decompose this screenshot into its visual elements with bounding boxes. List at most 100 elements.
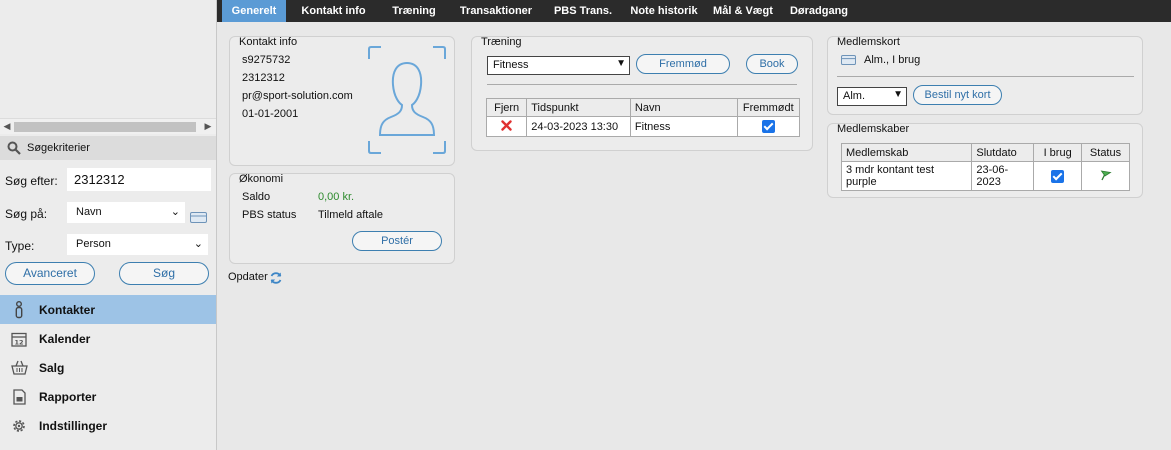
column-header: I brug — [1033, 143, 1083, 162]
nav-label: Indstillinger — [39, 418, 108, 433]
search-for-label: Søg efter: — [5, 174, 58, 188]
column-header: Slutdato — [971, 143, 1035, 162]
search-on-label: Søg på: — [5, 207, 48, 221]
sidebar: ◀ ▶ Søgekriterier Søg efter: 2312312 Søg… — [0, 0, 217, 450]
card-icon — [841, 55, 856, 65]
memberships-table: Medlemskab Slutdato I brug Status 3 mdr … — [840, 143, 1130, 191]
calendar-icon: 12 — [10, 330, 28, 348]
table-row[interactable]: 3 mdr kontant test purple 23-06-2023 — [840, 161, 1130, 191]
training-title: Træning — [481, 36, 522, 48]
nav-label: Salg — [39, 360, 65, 375]
birth-date: 01-01-2001 — [242, 108, 299, 120]
attend-button[interactable]: Fremmød — [636, 54, 730, 74]
card-icon[interactable] — [190, 212, 207, 223]
chevron-down-icon: ▼ — [616, 58, 626, 69]
attended-checkbox[interactable] — [761, 120, 775, 133]
nav-item-kontakter[interactable]: Kontakter — [0, 295, 216, 324]
search-on-select[interactable]: Navn ⌄ — [67, 202, 185, 223]
chevron-down-icon: ⌄ — [193, 238, 203, 250]
status-flag-icon — [1100, 169, 1112, 180]
search-criteria-header[interactable]: Søgekriterier — [0, 136, 216, 160]
nav-item-kalender[interactable]: 12 Kalender — [0, 324, 216, 353]
scroll-right-icon[interactable]: ▶ — [202, 121, 214, 132]
table-row: 24-03-2023 13:30 Fitness — [485, 116, 801, 137]
profile-photo-placeholder-icon[interactable] — [367, 45, 447, 155]
membership-end-cell: 23-06-2023 — [971, 161, 1035, 191]
tab-note-historik[interactable]: Note historik — [623, 0, 705, 22]
column-header: Tidspunkt — [526, 98, 631, 117]
in-use-checkbox[interactable] — [1051, 169, 1065, 183]
activity-select[interactable]: Fitness ▼ — [487, 56, 630, 75]
contact-info-panel: Kontakt info s9275732 2312312 pr@sport-s… — [229, 36, 455, 166]
book-button[interactable]: Book — [746, 54, 798, 74]
table-header-row: Medlemskab Slutdato I brug Status — [840, 143, 1130, 162]
type-label: Type: — [5, 239, 35, 253]
column-header: Fremmødt — [736, 98, 801, 117]
status-cell — [1081, 161, 1130, 191]
svg-text:12: 12 — [14, 338, 23, 346]
scrollbar-thumb[interactable] — [14, 122, 196, 132]
nav-item-rapporter[interactable]: Rapporter — [0, 382, 216, 411]
main-nav: Kontakter 12 Kalender Salg Rapporter Ind… — [0, 295, 216, 440]
training-table: Fjern Tidspunkt Navn Fremmødt 24-03-2023… — [485, 98, 801, 137]
contact-info-title: Kontakt info — [239, 36, 298, 48]
tab-transaktioner[interactable]: Transaktioner — [449, 0, 543, 22]
refresh-icon[interactable] — [269, 271, 283, 285]
search-input[interactable]: 2312312 — [67, 168, 211, 191]
phone-number: 2312312 — [242, 72, 285, 84]
nav-item-salg[interactable]: Salg — [0, 353, 216, 382]
tab-bar: Generelt Kontakt info Træning Transaktio… — [217, 0, 1171, 22]
divider — [487, 84, 797, 85]
search-on-value: Navn — [76, 206, 102, 218]
card-type-value: Alm. — [843, 90, 865, 102]
column-header: Fjern — [485, 98, 528, 117]
chevron-down-icon: ▼ — [893, 89, 903, 100]
member-card-title: Medlemskort — [837, 36, 900, 48]
training-panel: Træning Fitness ▼ Fremmød Book Fjern Tid… — [471, 36, 813, 151]
update-label[interactable]: Opdater — [228, 271, 268, 283]
tab-generelt[interactable]: Generelt — [222, 0, 286, 22]
in-use-cell — [1033, 161, 1083, 191]
chevron-down-icon: ⌄ — [170, 206, 180, 218]
nav-label: Rapporter — [39, 389, 97, 404]
remove-icon[interactable] — [501, 119, 512, 131]
memberships-panel: Medlemskaber Medlemskab Slutdato I brug … — [827, 123, 1143, 198]
card-type-select[interactable]: Alm. ▼ — [837, 87, 907, 106]
person-icon — [10, 300, 28, 319]
pbs-status-value: Tilmeld aftale — [318, 209, 384, 221]
economy-title: Økonomi — [239, 173, 284, 185]
card-status: Alm., I brug — [864, 54, 921, 66]
member-card-panel: Medlemskort Alm., I brug Alm. ▼ Bestil n… — [827, 36, 1143, 115]
tab-kontakt-info[interactable]: Kontakt info — [292, 0, 375, 22]
search-button[interactable]: Søg — [119, 262, 209, 285]
tab-traening[interactable]: Træning — [379, 0, 449, 22]
advanced-button[interactable]: Avanceret — [5, 262, 95, 285]
divider — [837, 76, 1134, 77]
order-new-card-button[interactable]: Bestil nyt kort — [913, 85, 1002, 105]
scroll-left-icon[interactable]: ◀ — [1, 121, 13, 132]
search-criteria-label: Søgekriterier — [27, 142, 90, 154]
gear-icon — [10, 417, 28, 435]
column-header: Status — [1081, 143, 1130, 162]
email[interactable]: pr@sport-solution.com — [242, 90, 353, 102]
horizontal-scrollbar[interactable]: ◀ ▶ — [0, 118, 216, 134]
memberships-title: Medlemskaber — [837, 123, 910, 135]
column-header: Navn — [629, 98, 738, 117]
tab-doeradgang[interactable]: Døradgang — [781, 0, 857, 22]
tab-pbs-trans[interactable]: PBS Trans. — [543, 0, 623, 22]
remove-cell — [485, 116, 528, 137]
report-icon — [10, 388, 28, 406]
type-value: Person — [76, 238, 111, 250]
balance-label: Saldo — [242, 191, 271, 203]
type-select[interactable]: Person ⌄ — [67, 234, 208, 255]
tab-maal-vaegt[interactable]: Mål & Vægt — [705, 0, 781, 22]
nav-item-indstillinger[interactable]: Indstillinger — [0, 411, 216, 440]
nav-label: Kalender — [39, 331, 91, 346]
membership-name-cell: 3 mdr kontant test purple — [840, 161, 973, 191]
economy-panel: Økonomi Saldo 0,00 kr. PBS status Tilmel… — [229, 173, 455, 264]
table-header-row: Fjern Tidspunkt Navn Fremmødt — [485, 98, 801, 117]
activity-select-value: Fitness — [493, 59, 529, 71]
nav-label: Kontakter — [39, 302, 96, 317]
column-header: Medlemskab — [840, 143, 973, 162]
post-button[interactable]: Postér — [352, 231, 442, 251]
